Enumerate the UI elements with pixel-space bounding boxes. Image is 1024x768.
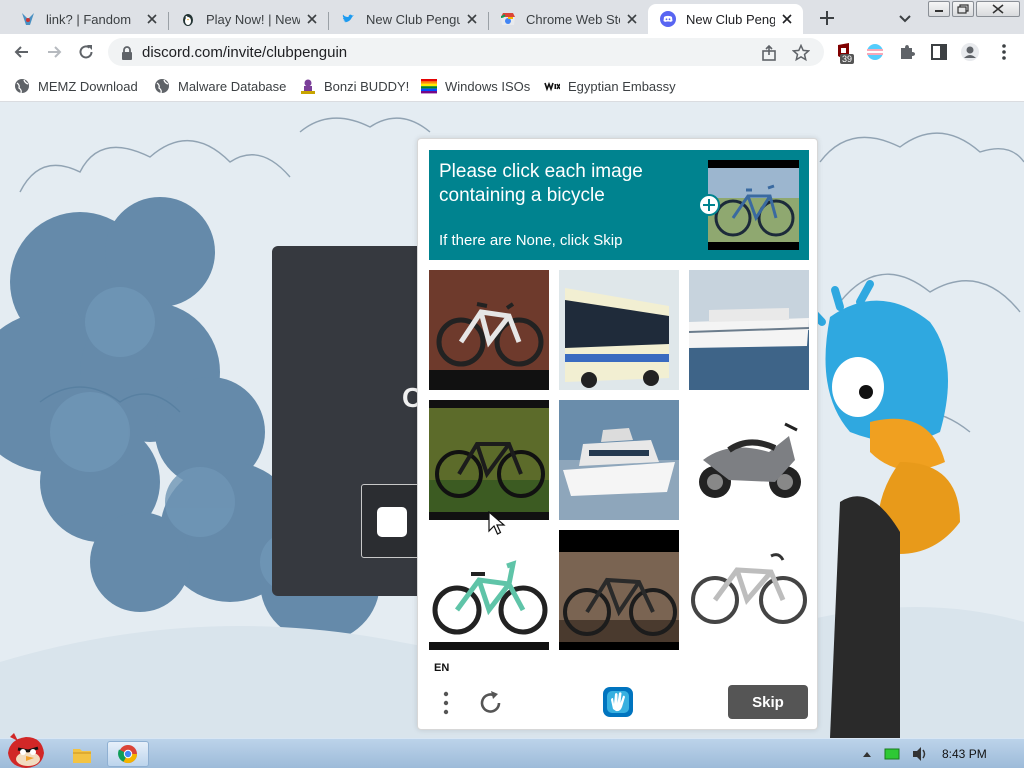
forward-arrow-icon[interactable] <box>44 42 64 62</box>
captcha-tile-7[interactable] <box>429 530 549 650</box>
city-bus-image <box>559 270 679 390</box>
start-button-angry-bird-icon[interactable] <box>2 731 50 768</box>
captcha-tile-8[interactable] <box>559 530 679 650</box>
captcha-tile-1[interactable] <box>429 270 549 390</box>
back-arrow-icon[interactable] <box>12 42 32 62</box>
penguin-favicon <box>183 14 193 26</box>
challenge-title: Please click each image containing a bic… <box>439 161 643 206</box>
close-icon[interactable] <box>464 11 480 27</box>
captcha-tile-5[interactable] <box>559 400 679 520</box>
extension-badge: 39 <box>840 54 855 64</box>
tab-title: New Club Pengu <box>686 11 775 27</box>
hcaptcha-challenge: Please click each image containing a bic… <box>417 138 818 730</box>
captcha-tile-4[interactable] <box>429 400 549 520</box>
twitter-bird-favicon <box>342 14 354 23</box>
minimize-button[interactable] <box>928 1 950 17</box>
bookmark-egyptian-embassy[interactable]: Egyptian Embassy <box>544 77 676 95</box>
chrome-icon <box>118 745 137 764</box>
tab-twitter[interactable]: New Club Pengu <box>328 4 488 34</box>
tab-chrome-web-store[interactable]: Chrome Web Sto <box>488 4 648 34</box>
hcaptcha-logo-icon[interactable] <box>601 685 635 719</box>
tab-strip: link? | Fandom Play Now! | New New Club … <box>0 0 1024 34</box>
bookmark-memz[interactable]: MEMZ Download <box>14 77 138 95</box>
profile-avatar-icon[interactable] <box>960 42 980 62</box>
volume-icon[interactable] <box>910 741 930 767</box>
new-tab-plus-icon[interactable] <box>815 6 839 30</box>
extensions-puzzle-icon[interactable] <box>897 42 917 62</box>
zoom-example-button[interactable] <box>698 194 720 216</box>
example-bicycle-image <box>708 168 799 242</box>
windows-flag-icon <box>421 79 437 94</box>
tab-search-chevron-icon[interactable] <box>894 7 916 29</box>
file-explorer-icon[interactable] <box>70 741 94 767</box>
chrome-taskbar-button[interactable] <box>107 741 149 767</box>
side-panel-icon[interactable] <box>929 42 949 62</box>
skip-button[interactable]: Skip <box>728 685 808 719</box>
close-icon[interactable] <box>624 11 640 27</box>
show-hidden-icons-arrow[interactable] <box>860 741 874 767</box>
bookmark-bonzi-buddy[interactable]: Bonzi BUDDY! <box>300 77 409 95</box>
share-icon[interactable] <box>760 44 778 62</box>
bookmark-windows-isos[interactable]: Windows ISOs <box>421 77 530 95</box>
bookmarks-bar: MEMZ Download Malware Database Bonzi BUD… <box>0 70 1024 102</box>
motor-yacht-image <box>559 400 679 520</box>
restore-icon <box>957 4 969 14</box>
browser-toolbar: discord.com/invite/clubpenguin 39 <box>0 34 1024 70</box>
clock-time[interactable]: 8:43 PM <box>942 747 987 761</box>
mountain-bicycle-image <box>429 270 549 390</box>
windows-taskbar: 8:43 PM <box>0 733 1024 768</box>
motor-scooter-image <box>689 400 809 520</box>
captcha-tile-9[interactable] <box>689 530 809 650</box>
bicycle-in-grass-image <box>429 400 549 520</box>
close-icon[interactable] <box>304 11 320 27</box>
battery-indicator-icon[interactable] <box>882 741 902 767</box>
bookmark-star-icon[interactable] <box>792 44 810 62</box>
lock-icon[interactable] <box>118 44 136 62</box>
globe-icon <box>15 79 29 94</box>
captcha-tile-3[interactable] <box>689 270 809 390</box>
tab-fandom[interactable]: link? | Fandom <box>8 4 168 34</box>
tab-title: New Club Pengu <box>366 11 460 27</box>
road-bicycle-indoors-image <box>559 530 679 650</box>
bonzi-icon <box>301 79 315 94</box>
challenge-subtext: If there are None, click Skip <box>439 232 623 249</box>
tab-title: Chrome Web Sto <box>526 11 620 27</box>
tab-title: Play Now! | New <box>206 11 300 27</box>
minimize-icon <box>935 10 943 12</box>
plus-icon <box>703 199 715 211</box>
pride-extension-icon[interactable] <box>865 42 885 62</box>
mouse-cursor-icon <box>488 511 506 535</box>
fandom-favicon <box>22 13 34 25</box>
restore-button[interactable] <box>952 1 974 17</box>
invite-card-square <box>377 507 407 537</box>
menu-dots-icon[interactable] <box>438 689 454 717</box>
example-image[interactable] <box>708 160 799 250</box>
close-icon[interactable] <box>144 11 160 27</box>
close-window-icon <box>992 4 1004 14</box>
white-road-bicycle-image <box>689 530 809 650</box>
close-window-button[interactable] <box>976 1 1020 17</box>
globe-icon <box>155 79 169 94</box>
bookmark-malware-database[interactable]: Malware Database <box>154 77 286 95</box>
refresh-challenge-icon[interactable] <box>478 689 504 717</box>
ublock-extension-button[interactable]: 39 <box>836 42 856 64</box>
tab-discord-active[interactable]: New Club Pengu <box>648 4 803 34</box>
tab-play-now[interactable]: Play Now! | New <box>168 4 328 34</box>
bmx-bicycle-image <box>429 530 549 650</box>
close-icon[interactable] <box>779 11 795 27</box>
discord-favicon <box>660 11 676 27</box>
chrome-web-store-favicon <box>500 13 515 25</box>
reload-icon[interactable] <box>76 42 96 62</box>
address-bar[interactable]: discord.com/invite/clubpenguin <box>108 38 824 66</box>
language-selector[interactable]: EN <box>434 662 449 674</box>
cruise-ship-image <box>689 270 809 390</box>
wix-icon <box>544 81 560 92</box>
more-menu-icon[interactable] <box>994 42 1014 62</box>
captcha-tile-6[interactable] <box>689 400 809 520</box>
captcha-tile-2[interactable] <box>559 270 679 390</box>
challenge-prompt: Please click each image containing a bic… <box>429 150 809 260</box>
url-text[interactable]: discord.com/invite/clubpenguin <box>142 44 347 61</box>
tab-title: link? | Fandom <box>46 11 132 27</box>
